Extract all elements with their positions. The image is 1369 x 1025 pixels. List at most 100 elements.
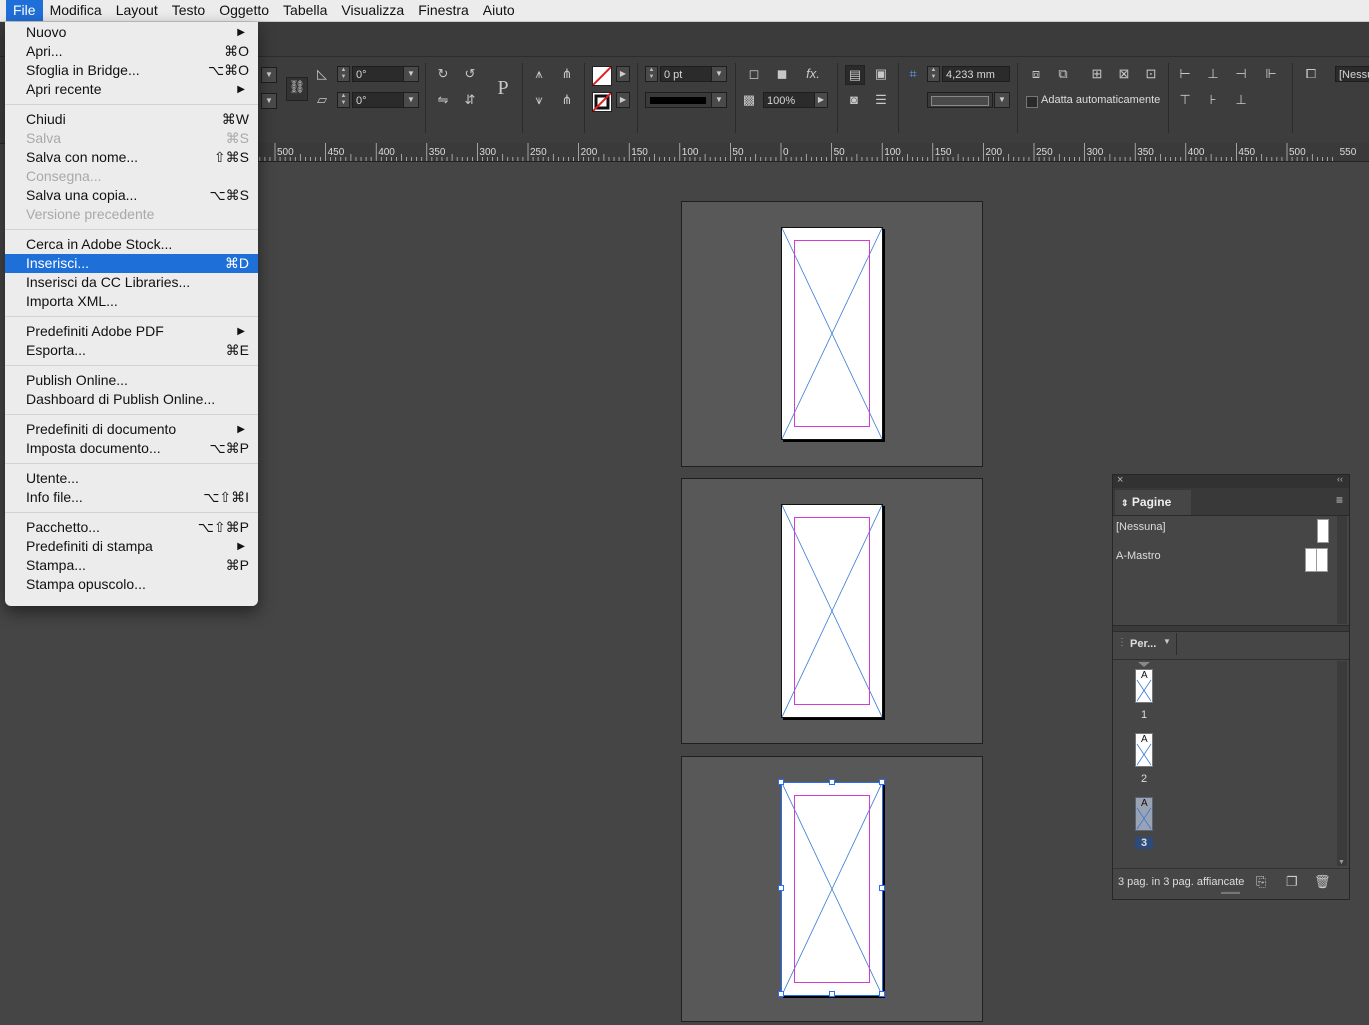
menu-item-apri[interactable]: Apri... ⌘O [5,42,258,61]
menu-item-utente[interactable]: Utente... [5,469,258,488]
fill-dropdown-arrow[interactable]: ▶ [616,66,630,82]
fit-proportionally-icon[interactable]: ⊡ [1142,65,1160,83]
fill-frame-proportionally-icon[interactable]: ⊠ [1115,65,1133,83]
menu-item-predefiniti-di-documento[interactable]: Predefiniti di documento ▶ [5,420,258,439]
close-panel-icon[interactable]: × [1117,474,1123,486]
menu-item-inserisci[interactable]: Inserisci... ⌘D [5,254,258,273]
x-dropdown-arrow[interactable]: ▼ [261,67,277,83]
menu-item-cerca-in-adobe-stock[interactable]: Cerca in Adobe Stock... [5,235,258,254]
object-style-field[interactable]: [Nessu [1335,66,1369,82]
select-container-icon[interactable]: ⩚ [530,65,548,83]
menu-visualizza[interactable]: Visualizza [334,0,411,21]
shear-angle-field[interactable]: 0° [352,92,404,108]
rotate-cw-icon[interactable]: ↻ [434,65,452,83]
menu-item-importa-xml[interactable]: Importa XML... [5,292,258,311]
selection-handle-ml[interactable] [778,885,784,891]
align-left-icon[interactable]: ⊢ [1176,65,1194,83]
fitting-offset-field[interactable]: 4,233 mm [942,66,1010,82]
frame-grid-field[interactable] [927,92,993,108]
fill-swatch[interactable] [592,66,612,86]
menu-layout[interactable]: Layout [109,0,165,21]
auto-fit-checkbox[interactable] [1026,96,1038,108]
selection-handle-bc[interactable] [829,991,835,997]
menu-tabella[interactable]: Tabella [276,0,334,21]
menu-item-salva-con-nome[interactable]: Salva con nome... ⇧⌘S [5,148,258,167]
text-wrap-shape-icon[interactable]: ◙ [845,91,863,109]
text-frame-p-icon[interactable]: P [490,75,516,101]
menu-file[interactable]: File [6,0,43,21]
menu-item-esporta[interactable]: Esporta... ⌘E [5,341,258,360]
menu-item-publish-online[interactable]: Publish Online... [5,371,258,390]
menu-item-stampa[interactable]: Stampa... ⌘P [5,556,258,575]
fit-frame-content-icon[interactable]: ⧉ [1054,65,1072,83]
menu-item-predefiniti-di-stampa[interactable]: Predefiniti di stampa ▶ [5,537,258,556]
stroke-dropdown-arrow[interactable]: ▶ [616,92,630,108]
fit-content-frame-icon[interactable]: ⧈ [1027,65,1045,83]
align-vcenter-icon[interactable]: ⊦ [1204,91,1222,109]
menu-testo[interactable]: Testo [165,0,212,21]
page-number-1[interactable]: 1 [1135,709,1153,721]
stroke-weight-dropdown-arrow[interactable]: ▼ [711,66,727,82]
menu-item-salva-una-copia[interactable]: Salva una copia... ⌥⌘S [5,186,258,205]
menu-item-nuovo[interactable]: Nuovo ▶ [5,23,258,42]
page-size-icon[interactable]: ⎘ [1256,874,1266,890]
master-a-thumb-right[interactable] [1316,548,1328,572]
distribute-dropdown-icon[interactable]: ⊩ [1260,65,1282,83]
stroke-swatch[interactable] [592,92,612,112]
new-page-icon[interactable]: ❐ [1286,874,1298,890]
selection-handle-tc[interactable] [829,779,835,785]
panel-menu-icon[interactable]: ≡ [1336,493,1343,507]
align-right-icon[interactable]: ⊣ [1232,65,1250,83]
opacity-dropdown-arrow[interactable]: ▶ [814,92,828,108]
shadow-square-icon[interactable]: ◼ [773,65,791,83]
panel-titlebar[interactable]: × ‹‹ [1113,474,1349,488]
view-menu-arrow-icon[interactable]: ▼ [1163,637,1171,646]
selection-handle-tl[interactable] [778,779,784,785]
menu-aiuto[interactable]: Aiuto [476,0,522,21]
selection-handle-mr[interactable] [879,885,885,891]
collapse-panel-icon[interactable]: ‹‹ [1337,474,1343,484]
menu-item-inserisci-da-cc-libraries[interactable]: Inserisci da CC Libraries... [5,273,258,292]
page-3[interactable] [781,782,883,996]
selection-handle-tr[interactable] [879,779,885,785]
resize-grip-icon[interactable]: ▬▬▬ [1221,889,1240,896]
stroke-type-dropdown-arrow[interactable]: ▼ [711,92,727,108]
stroke-weight-field[interactable]: 0 pt [660,66,712,82]
align-bottom-icon[interactable]: ⊥ [1232,91,1250,109]
page-number-3[interactable]: 3 [1135,837,1153,849]
rotation-dropdown-arrow[interactable]: ▼ [403,66,419,82]
selection-handle-br[interactable] [879,991,885,997]
page-thumb-3[interactable]: A [1135,797,1153,831]
rotation-spinner[interactable]: ▲ ▼ [337,66,350,82]
menu-item-predefiniti-adobe-pdf[interactable]: Predefiniti Adobe PDF ▶ [5,322,258,341]
menu-item-chiudi[interactable]: Chiudi ⌘W [5,110,258,129]
frame-grid-dropdown-arrow[interactable]: ▼ [994,92,1010,108]
center-content-icon[interactable]: ⊞ [1088,65,1106,83]
constrain-proportions-icon[interactable]: ⛓ [286,77,308,101]
master-none-label[interactable]: [Nessuna] [1116,521,1166,533]
shear-dropdown-arrow[interactable]: ▼ [403,92,419,108]
menu-item-apri-recente[interactable]: Apri recente ▶ [5,80,258,99]
masters-scrollbar[interactable] [1337,516,1347,624]
stroke-type-field[interactable] [645,92,712,108]
menu-item-imposta-documento[interactable]: Imposta documento... ⌥⌘P [5,439,258,458]
page-number-2[interactable]: 2 [1135,773,1153,785]
page-2[interactable] [781,504,883,718]
select-previous-icon[interactable]: ⋔ [558,65,576,83]
view-menu-label[interactable]: Per... [1130,638,1156,650]
menu-item-info-file[interactable]: Info file... ⌥⇧⌘I [5,488,258,507]
align-hcenter-icon[interactable]: ⊥ [1204,65,1222,83]
select-content-icon[interactable]: ⩛ [530,91,548,109]
menu-oggetto[interactable]: Oggetto [212,0,276,21]
shear-spinner[interactable]: ▲ ▼ [337,92,350,108]
stroke-weight-spinner[interactable]: ▲ ▼ [645,66,658,82]
pages-scrollbar[interactable]: ▼ [1337,661,1347,866]
menu-modifica[interactable]: Modifica [43,0,109,21]
menu-item-stampa-opuscolo[interactable]: Stampa opuscolo... [5,575,258,594]
master-a-label[interactable]: A-Mastro [1116,550,1161,562]
text-wrap-jump-icon[interactable]: ☰ [872,91,890,109]
menu-item-dashboard-di-publish-online[interactable]: Dashboard di Publish Online... [5,390,258,409]
fitting-offset-spinner[interactable]: ▲ ▼ [927,66,940,82]
opacity-field[interactable]: 100% [763,92,815,108]
fx-effects-icon[interactable]: fx. [802,65,824,83]
